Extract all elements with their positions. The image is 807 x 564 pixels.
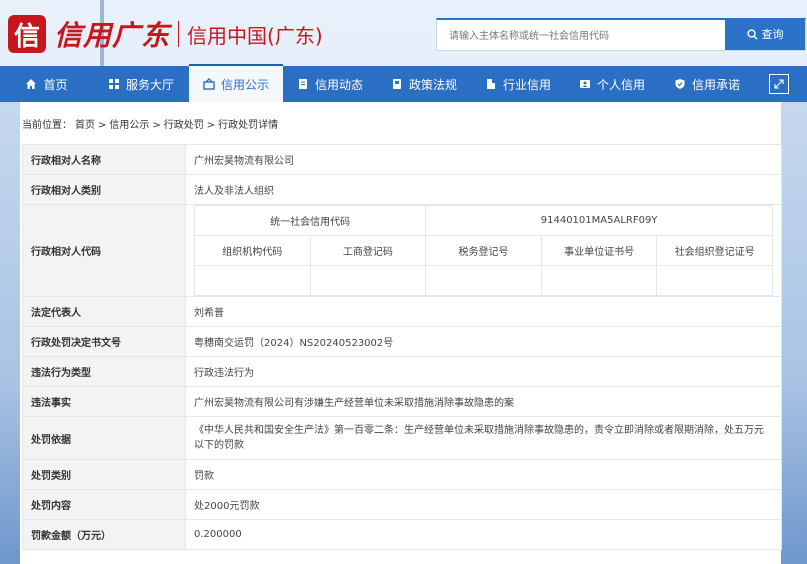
announcement-icon xyxy=(203,78,215,90)
nav-label: 首页 xyxy=(43,77,68,92)
breadcrumb-link-penalty[interactable]: 行政处罚 xyxy=(164,120,204,131)
nav-label: 信用公示 xyxy=(220,77,269,92)
table-row: 行政相对人代码 统一社会信用代码 91440101MA5ALRF09Y 组织机构… xyxy=(22,204,782,297)
row-value: 广州宏昊物流有限公司 xyxy=(185,144,782,175)
code-col-header: 组织机构代码 xyxy=(194,235,311,266)
search-button-label: 查询 xyxy=(761,28,784,41)
row-label: 行政相对人代码 xyxy=(22,204,186,297)
usc-value: 91440101MA5ALRF09Y xyxy=(425,205,773,236)
nav-item-service-hall[interactable]: 服务大厅 xyxy=(93,66,189,102)
document-icon xyxy=(298,79,307,89)
background-left-strip xyxy=(0,100,20,564)
nav-item-industry-credit[interactable]: 行业信用 xyxy=(471,66,565,102)
row-label: 违法事实 xyxy=(22,386,186,417)
row-value: 法人及非法人组织 xyxy=(185,174,782,205)
breadcrumb-link-home[interactable]: 首页 xyxy=(75,120,95,131)
usc-label: 统一社会信用代码 xyxy=(193,205,427,236)
nav-item-credit-news[interactable]: 信用动态 xyxy=(283,66,377,102)
site-logo[interactable]: 信 信用广东 信用中国(广东) xyxy=(8,14,323,54)
row-label: 处罚依据 xyxy=(22,416,186,460)
site-title: 信用中国(广东) xyxy=(187,23,323,48)
code-col-value xyxy=(425,265,542,296)
row-label: 行政处罚决定书文号 xyxy=(22,326,186,357)
breadcrumb-separator: > xyxy=(152,120,161,131)
row-value: 行政违法行为 xyxy=(185,356,782,387)
row-label: 法定代表人 xyxy=(22,296,186,327)
table-row: 法定代表人 刘希普 xyxy=(22,296,782,327)
home-icon xyxy=(26,79,37,89)
expand-icon[interactable] xyxy=(769,74,789,94)
row-value: 粤穗南交运罚（2024）NS20240523002号 xyxy=(185,326,782,357)
row-value: 罚款 xyxy=(185,459,782,490)
code-col-value xyxy=(194,265,311,296)
table-row: 行政相对人名称 广州宏昊物流有限公司 xyxy=(22,144,782,175)
shield-check-icon xyxy=(675,79,685,89)
nav-item-policies[interactable]: 政策法规 xyxy=(377,66,471,102)
logo-divider xyxy=(178,21,180,47)
breadcrumb-link-publicity[interactable]: 信用公示 xyxy=(109,120,149,131)
nav-label: 信用承诺 xyxy=(691,77,740,92)
row-value: 处2000元罚款 xyxy=(185,489,782,520)
nav-item-credit-publicity[interactable]: 信用公示 xyxy=(189,64,283,102)
code-col-header: 社会组织登记证号 xyxy=(656,235,773,266)
breadcrumb-prefix: 当前位置： xyxy=(22,120,72,131)
row-label: 违法行为类型 xyxy=(22,356,186,387)
row-label: 处罚内容 xyxy=(22,489,186,520)
search-button[interactable]: 查询 xyxy=(725,18,805,50)
table-row: 罚款金额（万元） 0.200000 xyxy=(22,519,782,550)
breadcrumb-separator: > xyxy=(206,120,216,131)
search-icon xyxy=(746,28,758,40)
table-row: 行政处罚决定书文号 粤穗南交运罚（2024）NS20240523002号 xyxy=(22,326,782,357)
table-row: 处罚类别 罚款 xyxy=(22,459,782,490)
background-right-strip xyxy=(781,100,807,564)
breadcrumb-current: 行政处罚详情 xyxy=(218,120,279,131)
search-input[interactable] xyxy=(447,26,721,46)
breadcrumb: 当前位置： 首页 > 信用公示 > 行政处罚 > 行政处罚详情 xyxy=(22,116,281,131)
code-col-header: 税务登记号 xyxy=(425,235,542,266)
main-nav: 首页 服务大厅 信用公示 信用动态 政策法规 行业信用 个人信用 信用承诺 xyxy=(0,64,807,102)
grid-icon xyxy=(108,79,119,89)
code-col-value xyxy=(309,265,427,296)
row-value: 《中华人民共和国安全生产法》第一百零二条：生产经营单位未采取措施消除事故隐患的，… xyxy=(185,416,782,460)
code-subtable: 统一社会信用代码 91440101MA5ALRF09Y 组织机构代码 工商登记码… xyxy=(193,205,773,296)
code-col-value xyxy=(656,265,773,296)
table-row: 违法事实 广州宏昊物流有限公司有涉嫌生产经营单位未采取措施消除事故隐患的案 xyxy=(22,386,782,417)
nav-label: 信用动态 xyxy=(314,77,363,92)
table-row: 违法行为类型 行政违法行为 xyxy=(22,356,782,387)
person-card-icon xyxy=(579,80,590,88)
nav-item-credit-commitment[interactable]: 信用承诺 xyxy=(659,66,755,102)
code-col-header: 事业单位证书号 xyxy=(540,235,658,266)
nav-label: 政策法规 xyxy=(408,77,457,92)
search-box: 查询 xyxy=(436,18,806,51)
row-label: 罚款金额（万元） xyxy=(22,519,186,550)
logo-calligraphy: 信用广东 xyxy=(54,19,171,52)
row-value: 0.200000 xyxy=(185,519,782,550)
row-label: 处罚类别 xyxy=(22,459,186,490)
content-panel: 当前位置： 首页 > 信用公示 > 行政处罚 > 行政处罚详情 行政相对人名称 广州宏昊物流有… xyxy=(20,102,782,564)
nav-label: 服务大厅 xyxy=(125,77,174,92)
logo-mark: 信 xyxy=(8,15,46,53)
table-row: 处罚依据 《中华人民共和国安全生产法》第一百零二条：生产经营单位未采取措施消除事… xyxy=(22,416,782,460)
nav-label: 行业信用 xyxy=(502,77,551,92)
breadcrumb-separator: > xyxy=(98,120,107,131)
code-col-header: 工商登记码 xyxy=(309,235,427,266)
building-icon xyxy=(486,79,495,89)
code-subtable-cell: 统一社会信用代码 91440101MA5ALRF09Y 组织机构代码 工商登记码… xyxy=(185,204,782,297)
book-icon xyxy=(392,79,401,89)
nav-label: 个人信用 xyxy=(596,77,645,92)
nav-item-home[interactable]: 首页 xyxy=(0,66,93,102)
row-label: 行政相对人类别 xyxy=(22,174,186,205)
code-col-value xyxy=(540,265,658,296)
table-row: 行政相对人类别 法人及非法人组织 xyxy=(22,174,782,205)
row-label: 行政相对人名称 xyxy=(22,144,186,175)
site-header: 信 信用广东 信用中国(广东) 查询 xyxy=(0,0,807,66)
row-value: 广州宏昊物流有限公司有涉嫌生产经营单位未采取措施消除事故隐患的案 xyxy=(185,386,782,417)
table-row: 处罚内容 处2000元罚款 xyxy=(22,489,782,520)
nav-item-personal-credit[interactable]: 个人信用 xyxy=(565,66,659,102)
row-value: 刘希普 xyxy=(185,296,782,327)
penalty-detail-table: 行政相对人名称 广州宏昊物流有限公司 行政相对人类别 法人及非法人组织 行政相对… xyxy=(22,144,782,550)
